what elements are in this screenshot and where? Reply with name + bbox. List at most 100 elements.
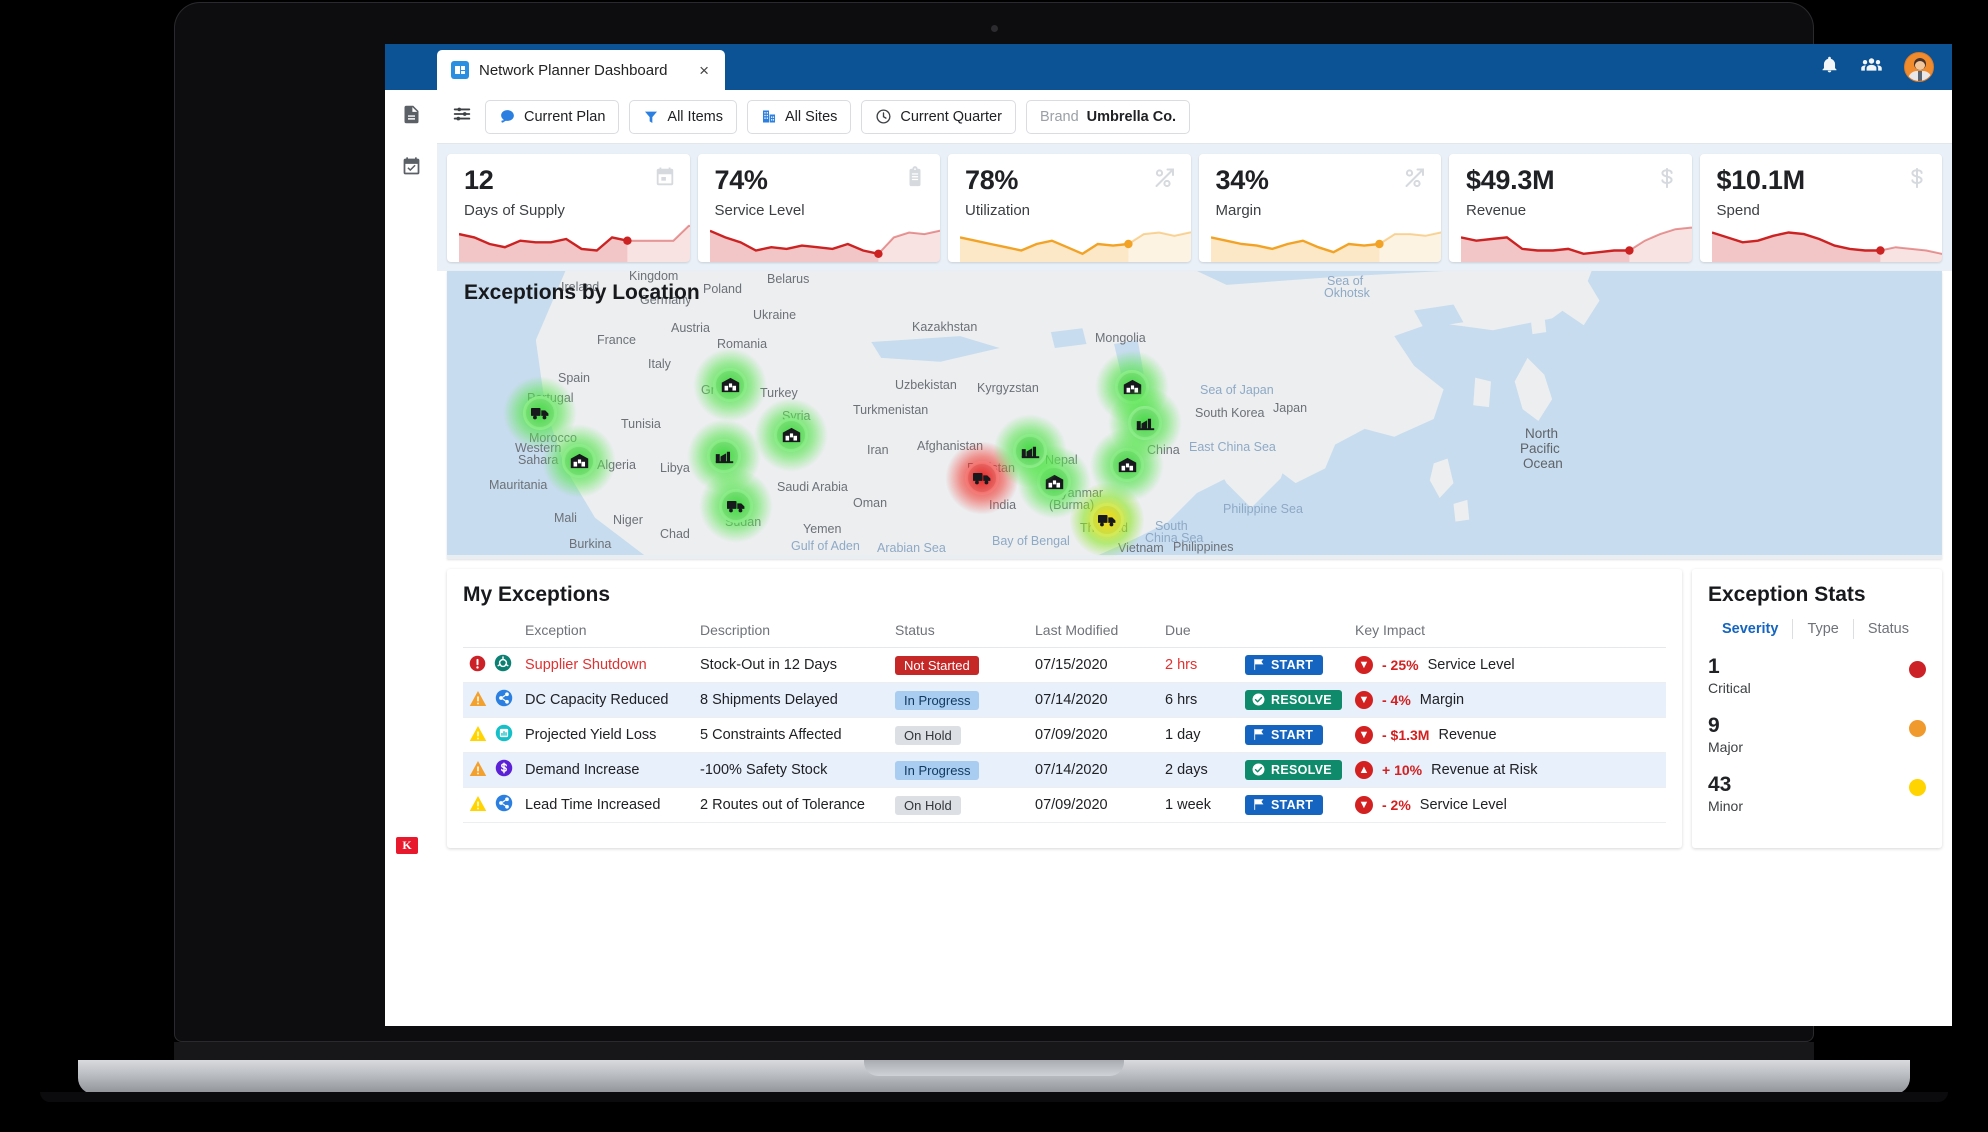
stats-tab-status[interactable]: Status <box>1854 619 1923 639</box>
kpi-card-spend[interactable]: $10.1M Spend <box>1699 154 1942 262</box>
kpi-card-days-of-supply[interactable]: 12 Days of Supply <box>447 154 690 262</box>
stats-title: Exception Stats <box>1708 583 1866 606</box>
filter-icon <box>643 109 659 125</box>
table-row[interactable]: Projected Yield Loss 5 Constraints Affect… <box>463 717 1666 753</box>
building-icon <box>761 108 777 125</box>
impact-down-icon: ▼ <box>1355 691 1373 709</box>
resolve-icon <box>1252 693 1265 706</box>
last-modified: 07/14/2020 <box>1029 682 1159 718</box>
exception-description: -100% Safety Stock <box>694 752 889 788</box>
column-header[interactable] <box>463 617 519 648</box>
stat-row-minor[interactable]: 43 Minor <box>1708 773 1926 814</box>
due: 1 week <box>1159 787 1239 823</box>
left-rail: K <box>385 90 437 1026</box>
action-button-resolve[interactable]: RESOLVE <box>1245 759 1342 780</box>
stat-row-major[interactable]: 9 Major <box>1708 714 1926 755</box>
calendar-check-icon[interactable] <box>401 156 422 182</box>
map-pin-turkey[interactable] <box>693 348 767 422</box>
map-pin-algeria[interactable] <box>542 424 616 498</box>
chip-all-sites[interactable]: All Sites <box>747 99 852 134</box>
exception-name[interactable]: Projected Yield Loss <box>519 717 694 753</box>
column-header[interactable] <box>1239 617 1349 648</box>
status-badge: Not Started <box>895 655 979 675</box>
factory-icon <box>715 449 734 464</box>
warehouse-icon <box>1118 457 1137 473</box>
kpi-sparkline <box>1711 231 1942 262</box>
column-header[interactable]: Status <box>889 617 1029 648</box>
truck-icon <box>530 406 550 421</box>
map-pin-egypt[interactable] <box>687 419 761 493</box>
chip-current-plan[interactable]: Current Plan <box>485 99 620 134</box>
map-pin-sudan[interactable] <box>699 469 773 543</box>
start-icon <box>1252 728 1265 741</box>
exception-description: 2 Routes out of Tolerance <box>694 787 889 823</box>
chip-brand[interactable]: Brand Umbrella Co. <box>1025 99 1191 134</box>
dollar-icon <box>1906 166 1928 195</box>
screen: Network Planner Dashboard × K Current Pl… <box>385 44 1952 1026</box>
laptop-foot <box>40 1092 1948 1102</box>
exception-name[interactable]: Demand Increase <box>519 752 694 788</box>
document-icon[interactable] <box>401 104 422 130</box>
exception-name[interactable]: DC Capacity Reduced <box>519 682 694 718</box>
percent-up-icon <box>1403 166 1427 195</box>
stat-row-critical[interactable]: 1 Critical <box>1708 655 1926 696</box>
key-impact: ▲ + 10% Revenue at Risk <box>1349 752 1666 788</box>
calendar-icon <box>654 166 676 193</box>
table-row[interactable]: Demand Increase -100% Safety Stock In Prog… <box>463 752 1666 788</box>
exception-description: Stock-Out in 12 Days <box>694 647 889 683</box>
kpi-value: 12 <box>464 165 494 195</box>
key-impact: ▼ - $1.3M Revenue <box>1349 717 1666 753</box>
map-pin-iraq[interactable] <box>754 398 828 472</box>
map-pin-thailand[interactable] <box>1070 483 1144 557</box>
exceptions-title: My Exceptions <box>463 583 611 606</box>
table-row[interactable]: DC Capacity Reduced 8 Shipments Delayed In… <box>463 682 1666 718</box>
plan-bubble-icon <box>499 108 516 125</box>
table-row[interactable]: Lead Time Increased 2 Routes out of Toler… <box>463 787 1666 823</box>
stats-tab-type[interactable]: Type <box>1793 619 1854 639</box>
table-row[interactable]: Supplier Shutdown Stock-Out in 12 Days Not… <box>463 647 1666 683</box>
map-pin-china-east[interactable] <box>1108 386 1182 460</box>
close-icon[interactable]: × <box>695 62 713 79</box>
chip-all-items[interactable]: All Items <box>629 99 737 134</box>
factory-icon <box>1021 444 1040 459</box>
action-button-resolve[interactable]: RESOLVE <box>1245 689 1342 710</box>
map-pin-morocco[interactable] <box>503 376 577 450</box>
browser-tab[interactable]: Network Planner Dashboard × <box>437 50 725 90</box>
exception-name[interactable]: Supplier Shutdown <box>519 647 694 683</box>
action-button-start[interactable]: START <box>1245 724 1324 745</box>
action-button-start[interactable]: START <box>1245 654 1324 675</box>
map-pin-nepal[interactable] <box>993 414 1067 488</box>
avatar[interactable] <box>1904 52 1934 82</box>
brand-prefix: Brand <box>1039 108 1079 125</box>
people-icon[interactable] <box>1861 56 1882 78</box>
bell-icon[interactable] <box>1820 55 1839 79</box>
last-modified: 07/14/2020 <box>1029 752 1159 788</box>
kpi-card-revenue[interactable]: $49.3M Revenue <box>1449 154 1692 262</box>
stats-tab-severity[interactable]: Severity <box>1708 619 1794 639</box>
dollar-icon <box>1656 166 1678 195</box>
impact-down-icon: ▼ <box>1355 796 1373 814</box>
action-button-start[interactable]: START <box>1245 794 1324 815</box>
map-pin-india-trishul[interactable] <box>945 441 1019 515</box>
kpi-card-utilization[interactable]: 78% Utilization <box>948 154 1191 262</box>
main-content: Current Plan All Items All Sites Current… <box>437 90 1952 1026</box>
chip-current-quarter[interactable]: Current Quarter <box>861 99 1016 134</box>
sliders-icon[interactable] <box>451 103 473 130</box>
truck-icon <box>726 499 746 514</box>
exception-name[interactable]: Lead Time Increased <box>519 787 694 823</box>
column-header[interactable]: Description <box>694 617 889 648</box>
exception-description: 8 Shipments Delayed <box>694 682 889 718</box>
warehouse-icon <box>721 377 740 393</box>
status-badge: On Hold <box>895 725 961 745</box>
kpi-card-margin[interactable]: 34% Margin <box>1198 154 1441 262</box>
column-header[interactable]: Exception <box>519 617 694 648</box>
column-header[interactable]: Key Impact <box>1349 617 1666 648</box>
severity-dot <box>1909 779 1926 797</box>
kpi-card-service-level[interactable]: 74% Service Level <box>697 154 940 262</box>
column-header[interactable]: Last Modified <box>1029 617 1159 648</box>
app-body: K Current Plan All Items All Sites Curre… <box>385 90 1952 1026</box>
kpi-value: 78% <box>965 165 1019 195</box>
map-panel[interactable]: Exceptions by Location Ireland Kingdom Bel… <box>447 271 1942 559</box>
titlebar-actions <box>1820 52 1934 82</box>
column-header[interactable]: Due <box>1159 617 1239 648</box>
